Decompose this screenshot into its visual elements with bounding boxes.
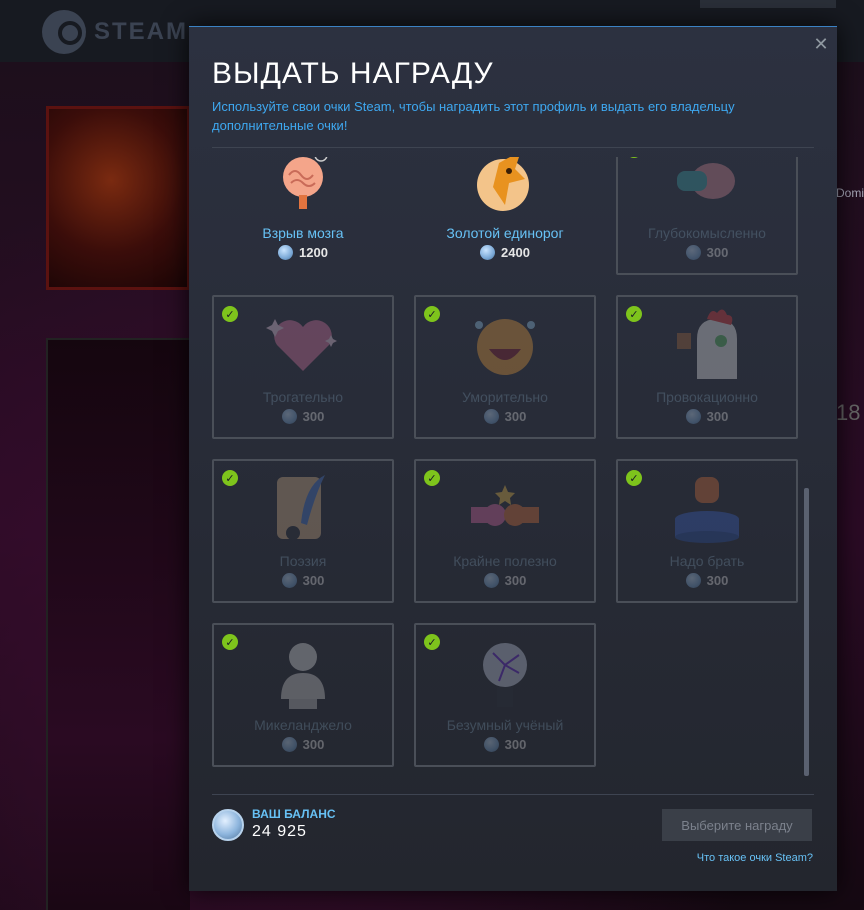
divider (212, 794, 814, 795)
balance-value: 24 925 (252, 823, 307, 840)
reward-price: 300 (483, 573, 527, 588)
plasma-ball-icon (465, 633, 545, 713)
checkmark-icon: ✓ (626, 157, 642, 158)
steam-points-coin-icon (685, 409, 701, 424)
checkmark-icon: ✓ (222, 634, 238, 650)
reward-price-value: 300 (302, 409, 325, 424)
reward-price: 300 (483, 409, 527, 424)
reward-name: Безумный учёный (446, 717, 564, 733)
steam-points-coin-icon (281, 737, 297, 752)
steam-points-coin-icon (480, 245, 496, 260)
checkmark-icon: ✓ (626, 470, 642, 486)
reward-name: Провокационно (656, 389, 758, 405)
reward-price: 300 (483, 737, 527, 752)
checkmark-icon: ✓ (626, 306, 642, 322)
steam-points-coin-icon (483, 573, 499, 588)
steam-points-coin-icon (278, 245, 294, 260)
brain-explosion-icon (263, 157, 343, 221)
close-icon[interactable]: ✕ (813, 35, 829, 53)
reward-price: 300 (281, 573, 325, 588)
reward-name: Поэзия (279, 553, 327, 569)
reward-price-value: 1200 (299, 245, 328, 260)
balance-label: ВАШ БАЛАНС (252, 807, 336, 821)
reward-price: 300 (685, 245, 729, 260)
glove-podium-icon (667, 469, 747, 549)
steam-points-coin-icon (483, 737, 499, 752)
reward-card[interactable]: ✓ Поэзия 300 (212, 459, 394, 603)
steam-points-coin-icon (212, 809, 244, 841)
reward-price-value: 300 (706, 245, 729, 260)
rewards-scroll-area[interactable]: Взрыв мозга 1200 Золотой единорог 2400 ✓ Глуб… (212, 157, 814, 785)
reward-name: Уморительно (462, 389, 548, 405)
deep-brain-icon (667, 157, 747, 221)
reward-price: 300 (685, 573, 729, 588)
reward-name: Крайне полезно (453, 553, 557, 569)
profile-avatar (46, 106, 190, 290)
checkmark-icon: ✓ (424, 634, 440, 650)
checkmark-icon: ✓ (222, 306, 238, 322)
reward-price: 1200 (278, 245, 328, 260)
steam-points-coin-icon (281, 409, 297, 424)
reward-price-value: 300 (706, 409, 729, 424)
reward-card[interactable]: ✓ Уморительно 300 (414, 295, 596, 439)
reward-card[interactable]: ✓ Глубокомысленно 300 (616, 157, 798, 275)
reward-price: 300 (685, 409, 729, 424)
steam-points-coin-icon (685, 245, 701, 260)
fist-bump-icon (465, 469, 545, 549)
give-award-modal: ✕ ВЫДАТЬ НАГРАДУ Используйте свои очки S… (189, 26, 837, 891)
reward-price-value: 300 (504, 573, 527, 588)
background-level-text: 18 (836, 400, 861, 425)
reward-card[interactable]: Золотой единорог 2400 (414, 157, 596, 275)
steam-points-coin-icon (685, 573, 701, 588)
profile-showcase-panel (46, 338, 190, 910)
reward-price: 300 (281, 737, 325, 752)
reward-name: Трогательно (262, 389, 344, 405)
reward-name: Взрыв мозга (262, 225, 344, 241)
reward-price-value: 300 (302, 737, 325, 752)
reward-price-value: 300 (706, 573, 729, 588)
bust-statue-icon (263, 633, 343, 713)
quill-scroll-icon (263, 469, 343, 549)
reward-name: Золотой единорог (446, 225, 564, 241)
choose-award-button[interactable]: Выберите награду (662, 809, 812, 841)
reward-price-value: 300 (302, 573, 325, 588)
steam-logo[interactable]: STEAM (42, 10, 188, 54)
reward-price: 300 (281, 409, 325, 424)
reward-card[interactable]: ✓ Провокационно 300 (616, 295, 798, 439)
rewards-grid: Взрыв мозга 1200 Золотой единорог 2400 ✓ Глуб… (212, 157, 798, 767)
reward-price-value: 300 (504, 737, 527, 752)
reward-name: Микеланджело (254, 717, 352, 733)
divider (212, 147, 814, 148)
laughing-face-icon (465, 305, 545, 385)
reward-price-value: 2400 (501, 245, 530, 260)
modal-subtitle: Используйте свои очки Steam, чтобы награ… (212, 99, 735, 133)
reward-card[interactable]: ✓ Надо брать 300 (616, 459, 798, 603)
header-search-box[interactable] (700, 0, 836, 8)
checkmark-icon: ✓ (424, 306, 440, 322)
what-are-steam-points-link[interactable]: Что такое очки Steam? (697, 852, 813, 864)
steam-points-coin-icon (281, 573, 297, 588)
scrollbar[interactable] (804, 488, 809, 776)
reward-card[interactable]: ✓ Крайне полезно 300 (414, 459, 596, 603)
steam-logo-icon (42, 10, 86, 54)
reward-name: Глубокомысленно (648, 225, 766, 241)
golden-unicorn-icon (465, 157, 545, 221)
reward-price-value: 300 (504, 409, 527, 424)
reward-card[interactable]: ✓ Безумный учёный 300 (414, 623, 596, 767)
heart-icon (263, 305, 343, 385)
checkmark-icon: ✓ (424, 470, 440, 486)
steam-logo-text: STEAM (94, 18, 188, 45)
modal-title: ВЫДАТЬ НАГРАДУ (212, 57, 494, 90)
background-side-text: Domi (836, 186, 864, 200)
rooster-icon (667, 305, 747, 385)
reward-card[interactable]: Взрыв мозга 1200 (212, 157, 394, 275)
checkmark-icon: ✓ (222, 470, 238, 486)
reward-name: Надо брать (669, 553, 745, 569)
reward-card[interactable]: ✓ Микеланджело 300 (212, 623, 394, 767)
steam-points-coin-icon (483, 409, 499, 424)
reward-card[interactable]: ✓ Трогательно 300 (212, 295, 394, 439)
reward-price: 2400 (480, 245, 530, 260)
